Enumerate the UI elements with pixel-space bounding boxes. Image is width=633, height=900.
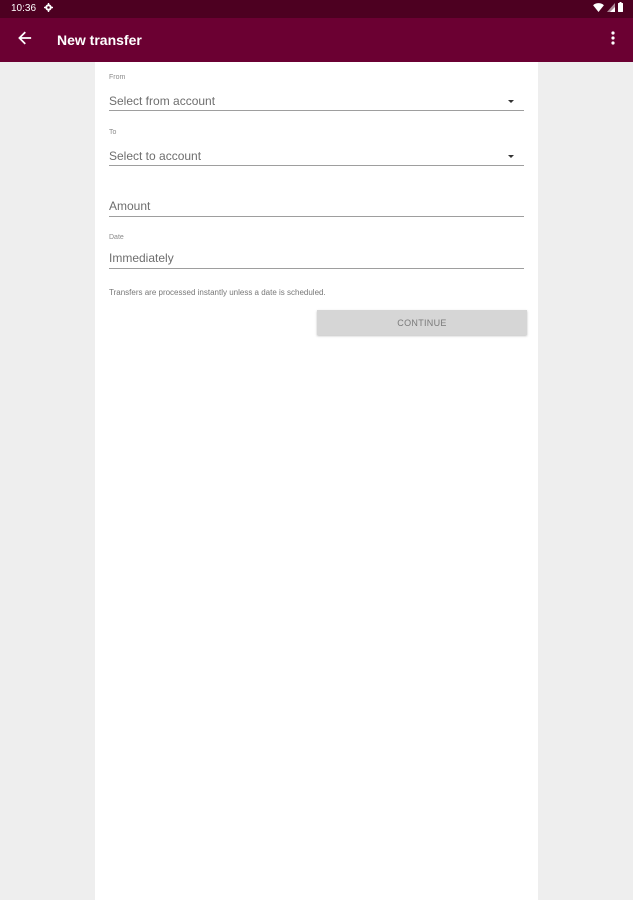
amount-underline	[109, 216, 524, 217]
date-underline	[109, 268, 524, 269]
amount-field[interactable]: Amount	[109, 198, 524, 222]
page-title: New transfer	[57, 32, 142, 48]
to-value: Select to account	[109, 149, 202, 163]
more-options-button[interactable]	[601, 26, 625, 54]
arrow-back-icon	[18, 31, 32, 50]
date-value: Immediately	[109, 251, 174, 265]
wifi-icon	[593, 2, 604, 15]
status-bar: 10:36	[0, 0, 633, 18]
from-value: Select from account	[109, 94, 216, 108]
from-underline	[109, 110, 524, 111]
battery-icon	[618, 2, 623, 15]
dropdown-arrow-icon	[508, 155, 514, 158]
dropdown-arrow-icon	[508, 100, 514, 103]
status-time: 10:36	[11, 3, 37, 14]
transfer-form: From Select from account To Select to ac…	[95, 62, 538, 900]
more-vert-icon	[611, 30, 615, 50]
helper-text: Transfers are processed instantly unless…	[109, 288, 326, 297]
from-label: From	[109, 74, 126, 81]
to-label: To	[109, 129, 117, 136]
signal-icon	[607, 2, 615, 15]
amount-placeholder: Amount	[109, 199, 151, 213]
to-account-dropdown[interactable]: To Select to account	[109, 129, 524, 169]
date-label: Date	[109, 234, 124, 241]
from-account-dropdown[interactable]: From Select from account	[109, 74, 524, 114]
to-underline	[109, 165, 524, 166]
settings-icon	[44, 3, 53, 12]
status-icons	[593, 2, 623, 15]
continue-button[interactable]: CONTINUE	[317, 310, 527, 335]
app-bar: New transfer	[0, 18, 633, 62]
date-field[interactable]: Date Immediately	[109, 234, 524, 274]
back-button[interactable]	[10, 26, 40, 54]
